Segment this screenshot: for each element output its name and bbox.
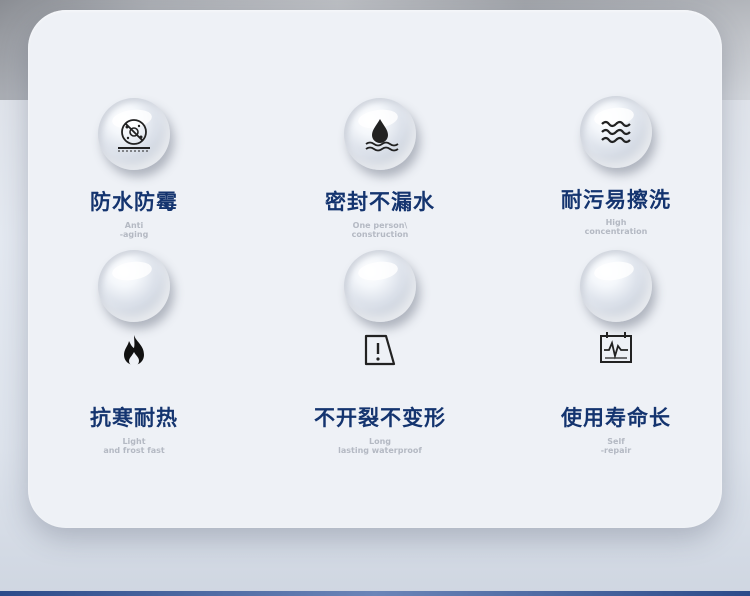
water-droplet [98, 98, 170, 170]
crack-warning-icon [364, 334, 396, 366]
waves-icon [601, 120, 631, 144]
water-droplet [98, 250, 170, 322]
water-droplet [344, 98, 416, 170]
anti-mold-icon [118, 119, 150, 152]
feature-card: 防水防霉 Anti -aging 密封不漏水 One person\ const… [28, 10, 722, 528]
feature-subtitle-line1: One person\ [352, 221, 408, 230]
feature-subtitle-line1: Light [122, 437, 146, 446]
feature-subtitle-line2: -repair [600, 446, 632, 455]
feature-subtitle-line2: and frost fast [103, 446, 165, 455]
feature-subtitle-line1: High [605, 218, 627, 227]
feature-subtitle-line2: construction [351, 230, 409, 239]
feature-title: 防水防霉 [90, 190, 178, 214]
feature-subtitle-line1: Anti [124, 221, 144, 230]
feature-subtitle-line2: lasting waterproof [338, 446, 422, 455]
feature-title: 密封不漏水 [325, 190, 435, 214]
feature-title: 抗寒耐热 [90, 406, 178, 430]
water-drop-icon [365, 119, 399, 152]
flame-icon [124, 335, 144, 366]
background-bottom-rim [0, 591, 750, 596]
feature-title: 使用寿命长 [561, 406, 671, 430]
monitor-chart-icon [600, 332, 632, 363]
feature-subtitle-line2: concentration [584, 227, 648, 236]
feature-title: 不开裂不变形 [314, 406, 446, 430]
feature-subtitle-line2: -aging [119, 230, 149, 239]
feature-subtitle-line1: Long [368, 437, 391, 446]
feature-subtitle-line1: Self [607, 437, 625, 446]
water-droplet [580, 96, 652, 168]
water-droplet [344, 250, 416, 322]
feature-title: 耐污易擦洗 [561, 188, 671, 212]
water-droplet [580, 250, 652, 322]
